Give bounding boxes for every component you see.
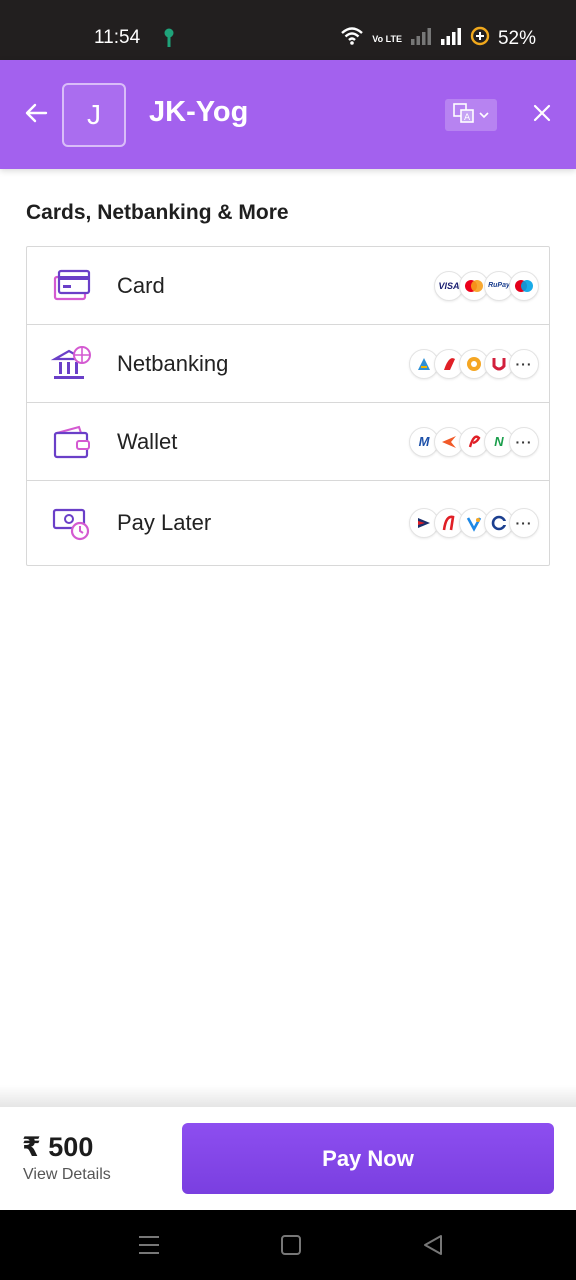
bank-icon — [50, 345, 93, 383]
method-card[interactable]: Card VISA RuPay — [27, 247, 549, 325]
language-button[interactable]: A — [445, 99, 497, 131]
total-amount: ₹ 500 — [22, 1132, 94, 1162]
method-netbanking[interactable]: Netbanking ··· — [27, 325, 549, 403]
wifi-icon — [340, 26, 364, 52]
method-label: Pay Later — [117, 510, 212, 535]
bank-logos: ··· — [409, 348, 539, 379]
merchant-logo: J — [62, 83, 126, 147]
key-icon — [163, 28, 175, 53]
status-bar: 11:54 Vo LTE 52% — [0, 0, 576, 60]
more-banks-icon: ··· — [509, 348, 539, 379]
back-triangle-icon[interactable] — [422, 1234, 446, 1256]
home-icon[interactable] — [280, 1234, 304, 1256]
wallet-icon — [51, 423, 93, 461]
back-arrow-icon[interactable] — [24, 100, 50, 126]
view-details-link[interactable]: View Details — [23, 1166, 111, 1184]
close-icon[interactable] — [531, 102, 553, 124]
svg-text:A: A — [464, 113, 471, 123]
battery-saver-icon — [470, 26, 490, 52]
checkout-header: J JK-Yog A — [0, 60, 576, 169]
battery-percent: 52% — [497, 28, 536, 49]
volte-icon: Vo LTE — [372, 33, 402, 44]
section-title: Cards, Netbanking & More — [26, 201, 289, 224]
footer-shadow — [0, 1085, 576, 1107]
payment-methods-list: Card VISA RuPay Netbanking ··· Wallet M — [26, 246, 550, 566]
pay-now-button[interactable]: Pay Now — [182, 1123, 554, 1194]
menu-icon[interactable] — [137, 1234, 161, 1256]
chevron-down-icon — [479, 106, 489, 124]
status-time: 11:54 — [94, 27, 141, 48]
translate-icon: A — [453, 102, 475, 128]
signal-icon — [440, 27, 462, 51]
signal-weak-icon — [410, 27, 432, 51]
maestro-logo — [509, 270, 539, 301]
merchant-name: JK-Yog — [149, 96, 249, 128]
card-icon — [51, 267, 93, 305]
method-label: Card — [117, 272, 165, 298]
paylater-icon — [51, 504, 93, 542]
method-label: Wallet — [117, 428, 178, 454]
paylater-logos: ··· — [409, 508, 539, 538]
card-network-logos: VISA RuPay — [434, 270, 539, 301]
system-nav-bar — [0, 1210, 576, 1280]
wallet-logos: M N ··· — [409, 426, 539, 457]
method-label: Netbanking — [117, 350, 229, 376]
more-paylater-icon: ··· — [509, 508, 539, 538]
method-wallet[interactable]: Wallet M N ··· — [27, 403, 549, 481]
method-pay-later[interactable]: Pay Later ··· — [27, 481, 549, 565]
more-wallets-icon: ··· — [509, 426, 539, 457]
checkout-footer: ₹ 500 View Details Pay Now — [0, 1107, 576, 1210]
